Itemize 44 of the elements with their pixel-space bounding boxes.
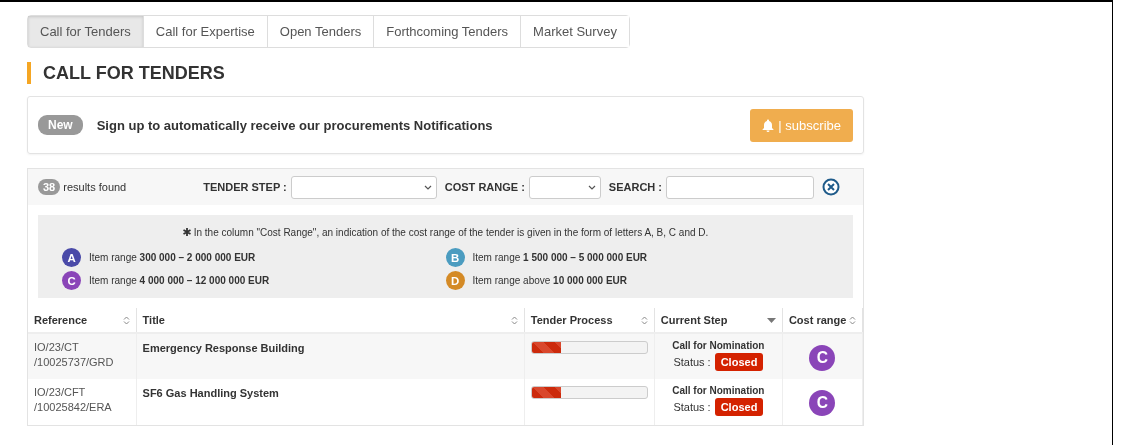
- status-badge: Closed: [714, 398, 764, 416]
- tender-step-label: TENDER STEP :: [203, 181, 287, 193]
- bell-icon: [762, 118, 775, 132]
- range-text: Item range 300 000 – 2 000 000 EUR: [89, 252, 256, 263]
- reference-cell-text: IO/23/CFT /10025842/ERA: [34, 385, 113, 415]
- asterisk-icon: [182, 228, 191, 236]
- tender-title[interactable]: Emergency Response Building: [142, 342, 518, 354]
- tab[interactable]: Call for Tenders: [28, 16, 144, 47]
- cost-letter-badge: D: [445, 271, 465, 290]
- search-field[interactable]: [666, 175, 814, 199]
- sort-icon[interactable]: [849, 315, 856, 325]
- cost-range-select[interactable]: [528, 175, 601, 199]
- cost-letter-badge: B: [445, 248, 465, 267]
- reference-cell-text: IO/23/CT /10025737/GRD: [34, 340, 115, 370]
- status-label: Status :: [673, 401, 711, 413]
- cost-letter-badge: C: [62, 271, 81, 290]
- chevron-down-icon: [587, 184, 596, 190]
- sort-desc-icon[interactable]: [766, 317, 776, 323]
- results-count: 38: [38, 179, 61, 195]
- range-text: Item range 4 000 000 – 12 000 000 EUR: [89, 275, 270, 286]
- current-step: Call for Nomination: [672, 340, 765, 351]
- range-text: Item range above 10 000 000 EUR: [472, 275, 628, 286]
- sort-icon[interactable]: [510, 315, 518, 325]
- cost-letter-badge: C: [809, 345, 836, 371]
- close-icon: [822, 178, 840, 196]
- cost-range-label: COST RANGE :: [444, 181, 525, 193]
- new-badge: New: [38, 115, 83, 135]
- range-text: Item range 1 500 000 – 5 000 000 EUR: [472, 252, 648, 263]
- search-label: SEARCH :: [608, 181, 662, 193]
- results-label: results found: [63, 181, 128, 193]
- chevron-down-icon: [423, 184, 432, 190]
- status-badge: Closed: [714, 353, 764, 371]
- status-label: Status :: [673, 356, 711, 368]
- sort-icon[interactable]: [122, 315, 130, 325]
- tender-step-select[interactable]: [290, 175, 437, 199]
- tender-title[interactable]: SF6 Gas Handling System: [142, 387, 518, 399]
- cost-letter-badge: C: [809, 390, 836, 416]
- clear-button[interactable]: [822, 178, 840, 196]
- legend-note-text: In the column "Cost Range", an indication of the cost range of the tender is given in the form of letters A, B, C and D.: [193, 227, 709, 238]
- notification-text: Sign up to automatically receive our procurements Notifications: [96, 117, 494, 133]
- sort-icon[interactable]: [640, 315, 648, 325]
- cost-letter-badge: A: [62, 248, 81, 267]
- current-step: Call for Nomination: [672, 385, 765, 396]
- page-heading: CALL FOR TENDERS: [27, 62, 864, 84]
